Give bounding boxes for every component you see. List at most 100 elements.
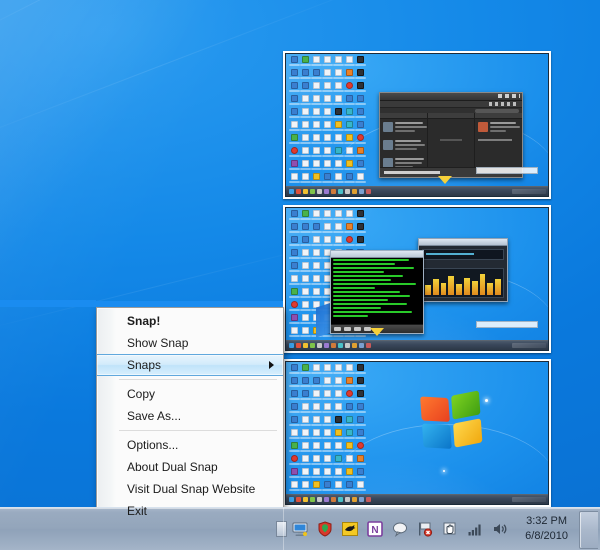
thumbnail-taskbar-button [338, 189, 343, 194]
desktop-icon [311, 173, 322, 186]
system-tray: N [283, 508, 508, 550]
twitter-bird-icon[interactable] [342, 521, 358, 537]
desktop-icon [289, 173, 300, 186]
menu-item-label: Save As... [127, 409, 181, 423]
clock-time: 3:32 PM [526, 514, 567, 529]
taskbar-clock[interactable]: 3:32 PM 6/8/2010 [525, 508, 568, 550]
display-monitor-icon[interactable] [292, 521, 308, 537]
desktop-icon [300, 468, 311, 481]
thumbnail-taskbar-button [303, 189, 308, 194]
desktop-icon [289, 147, 300, 160]
desktop-icon [289, 416, 300, 429]
menu-item-options[interactable]: Options... [97, 434, 283, 456]
desktop-icon [289, 236, 300, 249]
desktop-icon [344, 236, 355, 249]
desktop-icon [355, 442, 366, 455]
desktop-icon [300, 95, 311, 108]
desktop-icon [300, 236, 311, 249]
desktop-icon [289, 377, 300, 390]
desktop-icon [355, 134, 366, 147]
desktop-icon [355, 364, 366, 377]
show-desktop-button[interactable] [579, 511, 598, 549]
thumbnail-taskbar-button [317, 497, 322, 502]
desktop-icon [289, 314, 300, 327]
desktop-icon [333, 442, 344, 455]
thumbnail-taskbar [286, 494, 548, 504]
desktop-icon [344, 147, 355, 160]
desktop-icon [322, 82, 333, 95]
desktop-icon [311, 364, 322, 377]
menu-item-snaps[interactable]: Snaps [97, 354, 283, 376]
desktop-icon [311, 429, 322, 442]
menu-item-copy[interactable]: Copy [97, 383, 283, 405]
network-flag-error-icon[interactable] [417, 521, 433, 537]
desktop-icon [344, 173, 355, 186]
menu-item-label: Copy [127, 387, 155, 401]
snap-thumbnail[interactable] [283, 359, 551, 507]
desktop-icon [333, 69, 344, 82]
desktop-icon [289, 301, 300, 314]
menu-separator [119, 430, 277, 431]
desktop-icon [344, 442, 355, 455]
desktop-icon [322, 95, 333, 108]
menu-item-about-dual-snap[interactable]: About Dual Snap [97, 456, 283, 478]
menu-item-exit[interactable]: Exit [97, 500, 283, 522]
snap-thumbnail[interactable] [283, 205, 551, 353]
desktop-icon [289, 364, 300, 377]
desktop-icon [289, 429, 300, 442]
desktop-icon [333, 223, 344, 236]
menu-item-visit-dual-snap-website[interactable]: Visit Dual Snap Website [97, 478, 283, 500]
thumbnail-taskbar-button [303, 343, 308, 348]
thumbnail-notification [476, 321, 538, 328]
action-center-icon[interactable] [442, 521, 458, 537]
thumbnail-taskbar-button [366, 497, 371, 502]
desktop-icon [344, 108, 355, 121]
desktop-icon [333, 390, 344, 403]
desktop-icon [344, 416, 355, 429]
desktop-icon [322, 390, 333, 403]
desktop-icon [333, 429, 344, 442]
desktop-icon [322, 364, 333, 377]
volume-speaker-icon[interactable] [492, 521, 508, 537]
thumbnail-taskbar [286, 186, 548, 196]
thumbnail-taskbar-button [359, 189, 364, 194]
thumbnail-taskbar-button [345, 497, 350, 502]
desktop-icon [322, 416, 333, 429]
desktop-icon [333, 95, 344, 108]
menu-item-snap[interactable]: Snap! [97, 310, 283, 332]
desktop-icon [311, 390, 322, 403]
menu-item-label: Options... [127, 438, 178, 452]
thumbnail-taskbar-button [324, 497, 329, 502]
desktop-icon [355, 56, 366, 69]
desktop-icon [289, 121, 300, 134]
desktop-icon [311, 236, 322, 249]
desktop-icon [333, 364, 344, 377]
onenote-icon[interactable]: N [367, 521, 383, 537]
thumbnail-taskbar-button [352, 497, 357, 502]
desktop-icon [300, 390, 311, 403]
snap-thumbnail[interactable] [283, 51, 551, 199]
desktop-icon [300, 160, 311, 173]
signal-strength-icon[interactable] [467, 521, 483, 537]
menu-item-show-snap[interactable]: Show Snap [97, 332, 283, 354]
desktop-icon [355, 455, 366, 468]
desktop-icon [289, 56, 300, 69]
desktop-icon [311, 56, 322, 69]
chat-bubble-icon[interactable] [392, 521, 408, 537]
thumbnail-taskbar-button [296, 189, 301, 194]
desktop-icon [344, 364, 355, 377]
desktop-icon [355, 210, 366, 223]
desktop-icon [311, 468, 322, 481]
menu-item-save-as[interactable]: Save As... [97, 405, 283, 427]
desktop-icon [344, 429, 355, 442]
desktop-icon [300, 134, 311, 147]
windows-taskbar[interactable]: N 3:32 PM 6/8/2010 [0, 507, 600, 550]
desktop-icon [355, 416, 366, 429]
snap-pointer-arrow [438, 176, 452, 184]
desktop-icon [333, 108, 344, 121]
desktop-icon [344, 82, 355, 95]
desktop-icon [289, 249, 300, 262]
dual-snap-tray-menu[interactable]: Snap!Show SnapSnaps Copy Save As... Options… [96, 307, 284, 526]
desktop-icon [300, 249, 311, 262]
security-shield-icon[interactable] [317, 521, 333, 537]
